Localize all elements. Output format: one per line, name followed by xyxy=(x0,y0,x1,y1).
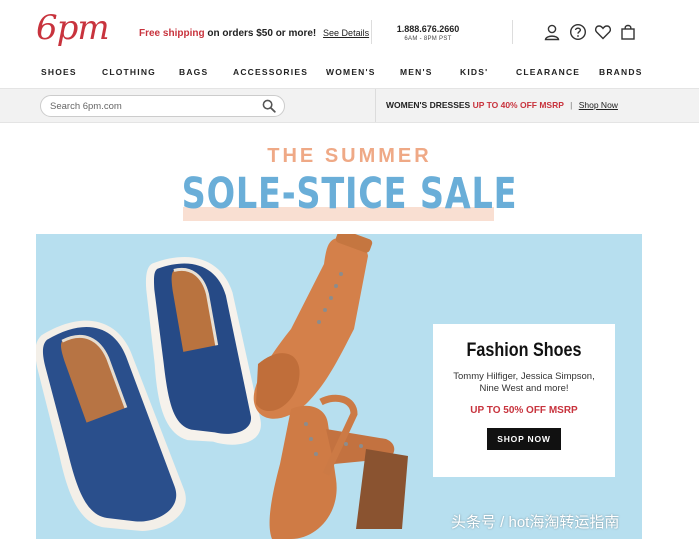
promo-card: Fashion Shoes Tommy Hilfiger, Jessica Si… xyxy=(433,324,615,477)
nav-item-womens[interactable]: WOMEN'S xyxy=(326,67,376,77)
promo-category: WOMEN'S DRESSES xyxy=(386,100,471,110)
nav-item-clothing[interactable]: CLOTHING xyxy=(102,67,156,77)
shipping-text: on orders $50 or more! xyxy=(204,28,317,39)
hero-subtitle: THE SUMMER xyxy=(267,145,432,167)
heart-icon[interactable] xyxy=(594,23,612,41)
logo[interactable]: 6pm xyxy=(36,8,110,48)
support-hours: 6AM - 8PM PST xyxy=(404,36,452,42)
promo-offer: UP TO 40% OFF MSRP xyxy=(472,100,564,110)
promo-separator: | xyxy=(570,100,573,110)
card-brands: Tommy Hilfiger, Jessica Simpson, Nine We… xyxy=(453,371,595,394)
user-icon[interactable] xyxy=(543,23,561,41)
card-offer: UP TO 50% OFF MSRP xyxy=(470,405,578,416)
shipping-highlight: Free shipping xyxy=(139,28,205,39)
see-details-link[interactable]: See Details xyxy=(323,28,369,38)
site-header: 6pm Free shipping on orders $50 or more!… xyxy=(0,0,699,62)
search-box xyxy=(40,95,285,117)
tan-sandal xyxy=(269,394,408,539)
shop-now-button[interactable]: SHOP NOW xyxy=(487,428,561,450)
divider xyxy=(371,20,372,44)
search-strip: WOMEN'S DRESSES UP TO 40% OFF MSRP | Sho… xyxy=(0,88,699,123)
divider xyxy=(512,20,513,44)
nav-item-mens[interactable]: MEN'S xyxy=(400,67,433,77)
card-title: Fashion Shoes xyxy=(466,340,582,361)
nav-item-accessories[interactable]: ACCESSORIES xyxy=(233,67,308,77)
hero-title: SOLE-STICE SALE xyxy=(181,169,518,219)
help-icon[interactable] xyxy=(569,23,587,41)
main-nav: SHOES CLOTHING BAGS ACCESSORIES WOMEN'S … xyxy=(0,62,699,86)
nav-item-kids[interactable]: KIDS' xyxy=(460,67,488,77)
nav-item-bags[interactable]: BAGS xyxy=(179,67,208,77)
nav-item-shoes[interactable]: SHOES xyxy=(41,67,77,77)
fashion-shoes-banner[interactable]: Fashion Shoes Tommy Hilfiger, Jessica Si… xyxy=(36,234,642,539)
tan-sandal xyxy=(253,234,373,419)
nav-item-brands[interactable]: BRANDS xyxy=(599,67,643,77)
promo-banner: WOMEN'S DRESSES UP TO 40% OFF MSRP | Sho… xyxy=(386,100,618,110)
shipping-message: Free shipping on orders $50 or more! See… xyxy=(139,27,369,40)
bag-icon[interactable] xyxy=(619,23,637,41)
divider xyxy=(375,89,376,122)
phone-number[interactable]: 1.888.676.2660 xyxy=(378,24,478,35)
search-input[interactable] xyxy=(50,99,255,113)
nav-item-clearance[interactable]: CLEARANCE xyxy=(516,67,580,77)
promo-shop-now-link[interactable]: Shop Now xyxy=(579,100,618,110)
contact-phone: 1.888.676.2660 6AM - 8PM PST xyxy=(378,24,478,43)
search-icon[interactable] xyxy=(262,99,276,113)
watermark: 头条号 / hot海淘转运指南 xyxy=(451,514,620,531)
